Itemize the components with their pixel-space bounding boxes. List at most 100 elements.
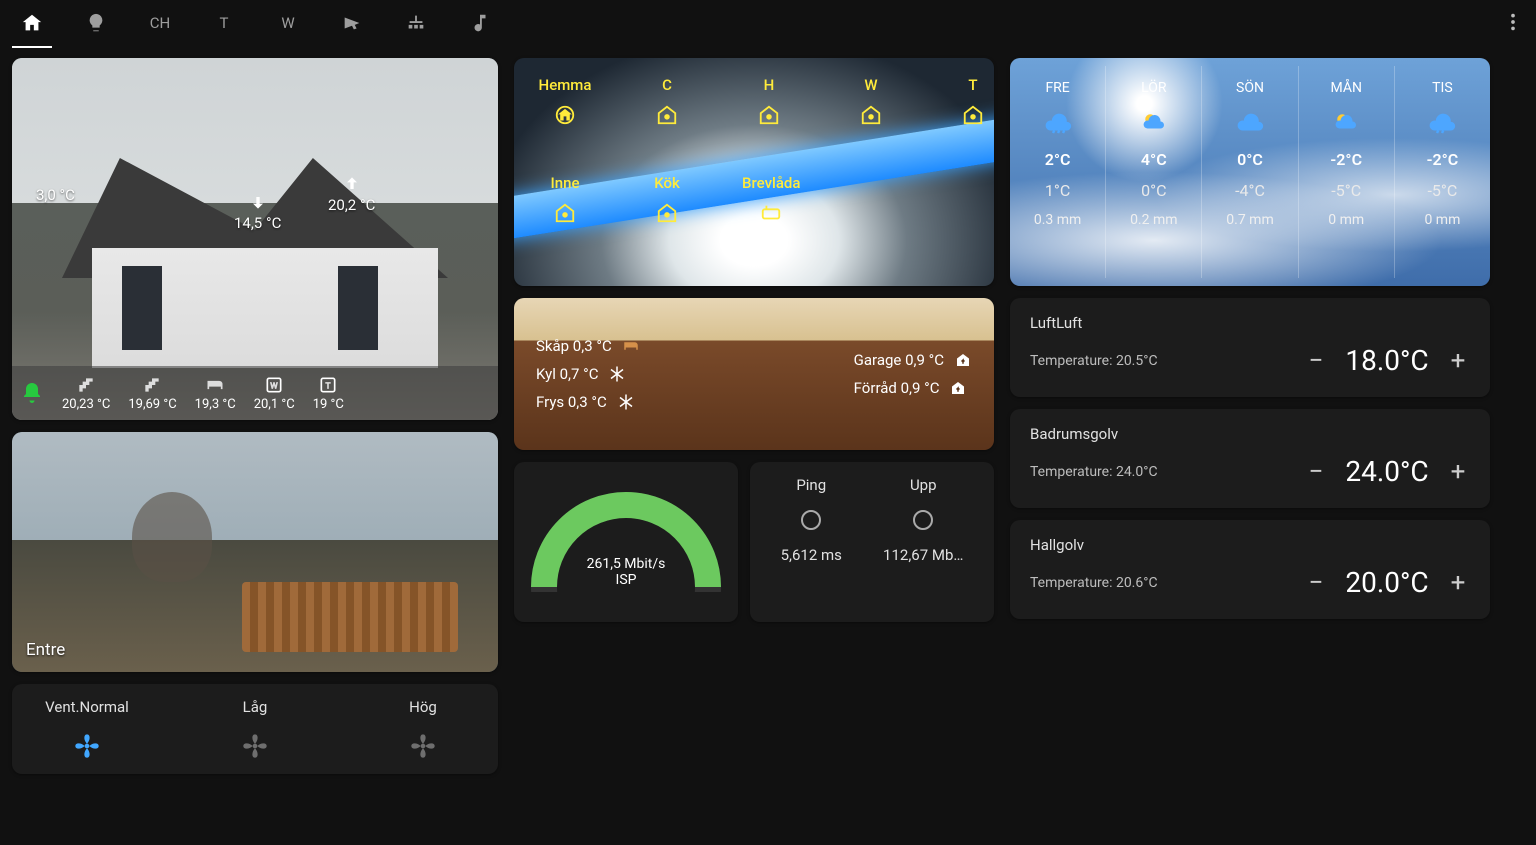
presence-h[interactable]: H: [742, 76, 796, 126]
thermo-setpoint: 24.0°C: [1342, 455, 1432, 488]
presence-t[interactable]: T: [946, 76, 994, 126]
home-icon: [962, 104, 984, 126]
outdoor-temp: 3,0 °C: [36, 186, 75, 204]
tab-home[interactable]: [12, 0, 52, 48]
ping-stat: Ping 5,612 ms: [781, 476, 842, 608]
tab-w[interactable]: W: [268, 0, 308, 48]
fan-icon: [241, 732, 269, 760]
tab-ch[interactable]: CH: [140, 0, 180, 48]
storage-temps-card[interactable]: Skåp 0,3 °C Kyl 0,7 °C Frys 0,3 °C Garag…: [514, 298, 994, 450]
thermo-increase-button[interactable]: +: [1446, 346, 1470, 376]
network-stats-card[interactable]: Ping 5,612 ms Upp 112,67 Mb…: [750, 462, 994, 622]
temp-row: Förråd 0,9 °C: [854, 379, 972, 397]
floor-item[interactable]: W20,1 °C: [254, 375, 295, 412]
thermo-current: Temperature: 24.0°C: [1030, 464, 1158, 480]
fan-icon: [73, 732, 101, 760]
weather-forecast-card[interactable]: FRE 2°C1°C0.3 mm LÖR 4°C0°C0.2 mm SÖN 0°…: [1010, 58, 1490, 286]
thermo-increase-button[interactable]: +: [1446, 457, 1470, 487]
house-up-icon: [954, 351, 972, 369]
weather-rain-icon: [1427, 108, 1457, 138]
gauge-label: 261,5 Mbit/s ISP: [531, 556, 721, 588]
presence-inne[interactable]: Inne: [538, 174, 592, 224]
temp-row: Garage 0,9 °C: [854, 351, 972, 369]
arrow-up-icon: [342, 174, 362, 194]
tab-camera-icon[interactable]: [332, 0, 372, 48]
home-icon: [554, 104, 576, 126]
home-icon: [656, 202, 678, 224]
svg-text:T: T: [326, 381, 331, 391]
vent-high-button[interactable]: Hög: [378, 698, 468, 760]
weather-cloud-icon: [1235, 108, 1265, 138]
weather-partly-icon: [1139, 108, 1169, 138]
snowflake-icon: [617, 393, 635, 411]
tab-music-icon[interactable]: [460, 0, 500, 48]
weather-day: MÅN -2°C-5°C0 mm: [1298, 66, 1394, 278]
tab-t[interactable]: T: [204, 0, 244, 48]
bed-icon: [205, 375, 225, 395]
thermostat-luftluft: LuftLuft Temperature: 20.5°C − 18.0°C +: [1010, 298, 1490, 397]
weather-day: TIS -2°C-5°C0 mm: [1394, 66, 1490, 278]
exhaust-temp: 14,5 °C: [234, 192, 281, 232]
stairs-icon: [142, 375, 162, 395]
presence-hemma[interactable]: Hemma: [538, 76, 592, 126]
floor-item[interactable]: 19,3 °C: [195, 375, 236, 412]
room-w-icon: W: [264, 375, 284, 395]
temp-row: Skåp 0,3 °C: [536, 337, 640, 355]
fan-icon: [409, 732, 437, 760]
gauge-icon: [911, 508, 935, 532]
presence-brevlada[interactable]: Brevlåda: [742, 174, 800, 224]
upload-stat: Upp 112,67 Mb…: [883, 476, 963, 608]
mailbox-icon: [760, 202, 782, 224]
camera-label: Entre: [26, 640, 65, 660]
thermo-current: Temperature: 20.5°C: [1030, 353, 1158, 369]
arrow-down-icon: [248, 192, 268, 212]
home-icon: [554, 202, 576, 224]
snowflake-icon: [608, 365, 626, 383]
overflow-menu-icon[interactable]: [1502, 11, 1524, 37]
temp-row: Frys 0,3 °C: [536, 393, 640, 411]
thermostat-hallgolv: Hallgolv Temperature: 20.6°C − 20.0°C +: [1010, 520, 1490, 619]
weather-day: LÖR 4°C0°C0.2 mm: [1105, 66, 1201, 278]
presence-kok[interactable]: Kök: [640, 174, 694, 224]
presence-card: Hemma C H W T Inne Kök Brevlåda: [514, 58, 994, 286]
tab-lights-icon[interactable]: [76, 0, 116, 48]
floor-item[interactable]: T19 °C: [313, 375, 344, 412]
thermostat-badrumsgolv: Badrumsgolv Temperature: 24.0°C − 24.0°C…: [1010, 409, 1490, 508]
home-icon: [860, 104, 882, 126]
weather-rain-icon: [1043, 108, 1073, 138]
room-t-icon: T: [318, 375, 338, 395]
home-icon: [656, 104, 678, 126]
thermo-increase-button[interactable]: +: [1446, 568, 1470, 598]
floor-item[interactable]: 19,69 °C: [128, 375, 176, 412]
floor-temp-strip: 20,23 °C 19,69 °C 19,3 °C W20,1 °C T19 °…: [12, 366, 498, 420]
thermo-setpoint: 18.0°C: [1342, 344, 1432, 377]
thermo-decrease-button[interactable]: −: [1304, 457, 1328, 487]
vent-normal-button[interactable]: Vent.Normal: [42, 698, 132, 760]
svg-text:W: W: [271, 381, 279, 391]
weather-day: FRE 2°C1°C0.3 mm: [1010, 66, 1105, 278]
thermo-decrease-button[interactable]: −: [1304, 346, 1328, 376]
thermo-decrease-button[interactable]: −: [1304, 568, 1328, 598]
bed-icon: [622, 337, 640, 355]
isp-gauge-card[interactable]: 261,5 Mbit/s ISP: [514, 462, 738, 622]
weather-day: SÖN 0°C-4°C0.7 mm: [1201, 66, 1297, 278]
house-up-icon: [949, 379, 967, 397]
entre-camera-card[interactable]: Entre: [12, 432, 498, 672]
topbar: CH T W: [0, 0, 1536, 48]
supply-temp: 20,2 °C: [328, 174, 375, 214]
presence-w[interactable]: W: [844, 76, 898, 126]
house-overview-card[interactable]: 3,0 °C 14,5 °C 20,2 °C 20,23 °C 19,69 °C…: [12, 58, 498, 420]
thermo-setpoint: 20.0°C: [1342, 566, 1432, 599]
vent-low-button[interactable]: Låg: [210, 698, 300, 760]
floor-item[interactable]: 20,23 °C: [62, 375, 110, 412]
weather-sunrain-icon: [1331, 108, 1361, 138]
thermo-current: Temperature: 20.6°C: [1030, 575, 1158, 591]
ventilation-card: Vent.Normal Låg Hög: [12, 684, 498, 774]
tab-network-icon[interactable]: [396, 0, 436, 48]
gauge-icon: [799, 508, 823, 532]
temp-row: Kyl 0,7 °C: [536, 365, 640, 383]
home-icon: [758, 104, 780, 126]
alarm-status-icon[interactable]: [20, 381, 44, 405]
stairs-icon: [76, 375, 96, 395]
presence-c[interactable]: C: [640, 76, 694, 126]
